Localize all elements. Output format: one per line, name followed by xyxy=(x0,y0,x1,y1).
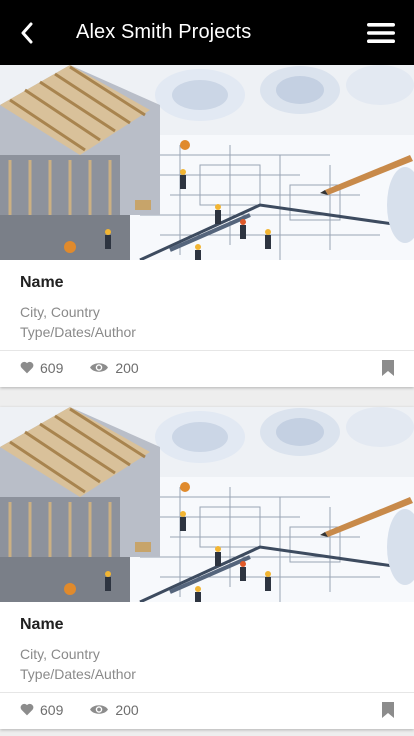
chevron-left-icon xyxy=(21,22,33,43)
views-count: 200 xyxy=(115,701,139,718)
project-card-actions: 609 200 xyxy=(0,350,414,387)
views-count: 200 xyxy=(115,359,139,376)
likes-count: 609 xyxy=(40,701,64,718)
heart-icon xyxy=(20,361,34,374)
eye-icon xyxy=(89,361,109,374)
bookmark-button[interactable] xyxy=(382,701,394,718)
project-card[interactable]: Name City, Country Type/Dates/Author 609… xyxy=(0,407,414,729)
likes-count: 609 xyxy=(40,359,64,376)
project-image[interactable] xyxy=(0,65,414,260)
hamburger-menu-icon xyxy=(367,22,395,43)
project-card[interactable]: Name City, Country Type/Dates/Author 609… xyxy=(0,65,414,387)
project-name: Name xyxy=(20,274,64,291)
bookmark-button[interactable] xyxy=(382,359,394,376)
likes-button[interactable]: 609 xyxy=(20,702,63,718)
heart-icon xyxy=(20,703,34,716)
project-card-body: Name City, Country Type/Dates/Author xyxy=(0,602,414,692)
project-details: Type/Dates/Author xyxy=(20,666,136,682)
views-count-display: 200 xyxy=(89,359,139,376)
back-button[interactable] xyxy=(0,0,54,65)
views-count-display: 200 xyxy=(89,701,139,718)
project-details: Type/Dates/Author xyxy=(20,324,136,340)
menu-button[interactable] xyxy=(348,0,414,65)
bookmark-icon xyxy=(382,701,394,718)
app-bar: Alex Smith Projects xyxy=(0,0,414,65)
eye-icon xyxy=(89,703,109,716)
project-image[interactable] xyxy=(0,407,414,602)
project-name: Name xyxy=(20,616,64,633)
page-title: Alex Smith Projects xyxy=(76,21,252,43)
project-location: City, Country xyxy=(20,304,100,320)
project-card-body: Name City, Country Type/Dates/Author xyxy=(0,260,414,350)
project-card-actions: 609 200 xyxy=(0,692,414,729)
project-location: City, Country xyxy=(20,646,100,662)
likes-button[interactable]: 609 xyxy=(20,360,63,376)
bookmark-icon xyxy=(382,359,394,376)
